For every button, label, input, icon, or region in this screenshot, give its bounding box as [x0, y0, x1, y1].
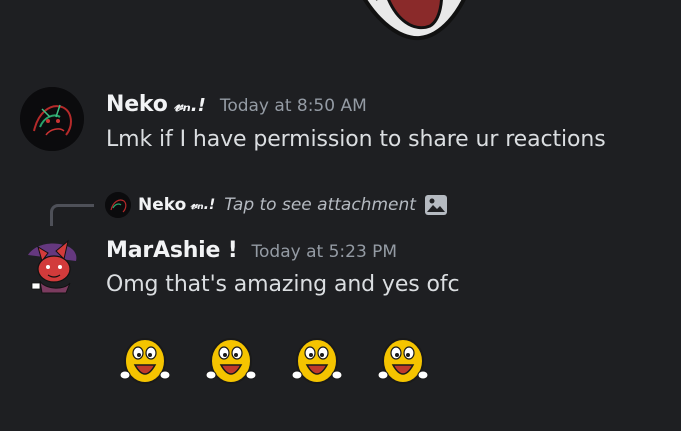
- message-timestamp: Today at 5:23 PM: [251, 242, 398, 262]
- mm-yellow-emoji-icon[interactable]: [292, 333, 342, 389]
- previous-attachment-image[interactable]: [340, 0, 480, 42]
- reply-username[interactable]: Neko: [138, 195, 186, 215]
- neko-avatar-small-icon: [105, 192, 131, 218]
- avatar-marashie[interactable]: [20, 233, 84, 297]
- marashie-avatar-art-icon: [28, 239, 77, 294]
- neko-avatar-art-icon: [20, 87, 84, 151]
- message-timestamp: Today at 8:50 AM: [219, 96, 367, 116]
- reply-avatar: [105, 192, 131, 218]
- username[interactable]: MarAshie !: [106, 238, 238, 263]
- username[interactable]: Neko: [106, 92, 168, 117]
- mm-yellow-emoji-icon[interactable]: [206, 333, 256, 389]
- reply-spine: [50, 204, 94, 226]
- user-tag: 𝓋ₙ.!: [173, 95, 206, 116]
- chat-window: Neko 𝓋ₙ.! Today at 8:50 AM Lmk if I have…: [0, 0, 681, 431]
- reply-reference[interactable]: Neko 𝓋ₙ.! Tap to see attachment: [105, 191, 448, 219]
- message-text: Omg that's amazing and yes ofc: [106, 272, 460, 297]
- emoji-row: [120, 333, 428, 389]
- avatar-neko[interactable]: [20, 87, 84, 151]
- message-text: Lmk if I have permission to share ur rea…: [106, 127, 606, 152]
- reply-user-tag: 𝓋ₙ.!: [190, 197, 216, 213]
- image-icon: [424, 195, 447, 215]
- reply-preview-text[interactable]: Tap to see attachment: [224, 195, 416, 215]
- mm-yellow-emoji-icon[interactable]: [120, 333, 170, 389]
- message-header: Neko 𝓋ₙ.! Today at 8:50 AM: [106, 92, 367, 117]
- message-header: MarAshie ! Today at 5:23 PM: [106, 238, 397, 263]
- mm-yellow-emoji-icon[interactable]: [378, 333, 428, 389]
